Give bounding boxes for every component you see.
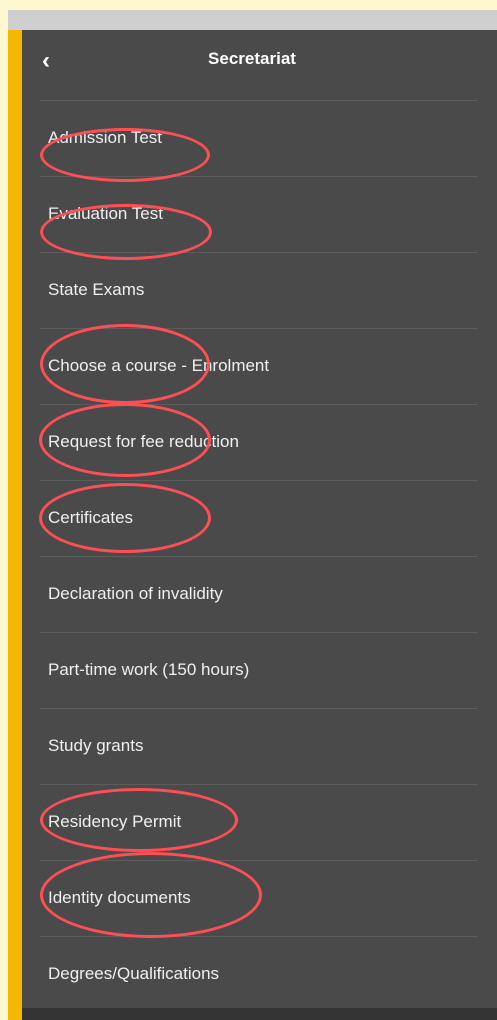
secretariat-menu-panel: ‹ Secretariat Admission Test Evaluation … — [22, 30, 497, 1008]
menu-divider — [40, 784, 477, 785]
menu-item-label: Part-time work (150 hours) — [48, 660, 250, 679]
menu-divider — [40, 252, 477, 253]
menu-item-label: Admission Test — [48, 128, 163, 147]
menu-title: Secretariat — [208, 49, 296, 68]
chevron-left-icon[interactable]: ‹ — [42, 46, 72, 76]
menu-header: ‹ Secretariat — [22, 30, 497, 100]
menu-item-admission-test[interactable]: Admission Test — [22, 100, 497, 176]
menu-item-declaration-invalidity[interactable]: Declaration of invalidity — [22, 556, 497, 632]
menu-divider — [40, 632, 477, 633]
menu-item-state-exams[interactable]: State Exams — [22, 252, 497, 328]
menu-item-evaluation-test[interactable]: Evaluation Test — [22, 176, 497, 252]
menu-item-label: Degrees/Qualifications — [48, 964, 220, 983]
menu-divider — [40, 708, 477, 709]
menu-item-degrees-qualifications[interactable]: Degrees/Qualifications — [22, 936, 497, 1012]
menu-item-label: Residency Permit — [48, 812, 182, 831]
secretariat-menu-list: Admission Test Evaluation Test State Exa… — [22, 100, 497, 1008]
menu-divider — [40, 328, 477, 329]
menu-item-label: Identity documents — [48, 888, 191, 907]
menu-divider — [40, 480, 477, 481]
menu-item-study-grants[interactable]: Study grants — [22, 708, 497, 784]
menu-item-certificates[interactable]: Certificates — [22, 480, 497, 556]
menu-item-residency-permit[interactable]: Residency Permit — [22, 784, 497, 860]
menu-divider — [40, 860, 477, 861]
menu-item-choose-course-enrolment[interactable]: Choose a course - Enrolment — [22, 328, 497, 404]
menu-item-fee-reduction[interactable]: Request for fee reduction — [22, 404, 497, 480]
panel-footer-strip — [22, 1008, 497, 1020]
menu-divider — [40, 176, 477, 177]
menu-item-part-time-work[interactable]: Part-time work (150 hours) — [22, 632, 497, 708]
menu-item-label: Choose a course - Enrolment — [48, 356, 270, 375]
menu-item-label: Evaluation Test — [48, 204, 163, 223]
menu-item-label: Certificates — [48, 508, 134, 527]
menu-divider — [40, 100, 477, 101]
menu-divider — [40, 936, 477, 937]
menu-item-label: State Exams — [48, 280, 145, 299]
menu-item-identity-documents[interactable]: Identity documents — [22, 860, 497, 936]
menu-item-label: Declaration of invalidity — [48, 584, 223, 603]
accent-bar — [8, 30, 22, 1020]
menu-item-label: Study grants — [48, 736, 144, 755]
menu-item-label: Request for fee reduction — [48, 432, 239, 451]
menu-divider — [40, 404, 477, 405]
menu-divider — [40, 556, 477, 557]
top-gray-strip — [8, 10, 497, 30]
page-top-margin — [0, 0, 497, 10]
